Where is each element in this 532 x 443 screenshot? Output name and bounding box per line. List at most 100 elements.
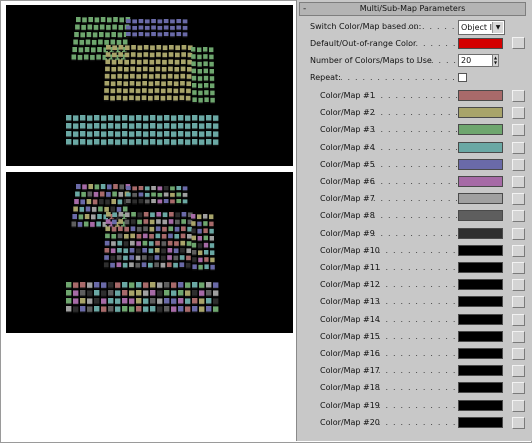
color-map-button[interactable] xyxy=(512,417,525,429)
color-map-swatch[interactable] xyxy=(458,314,503,325)
rollout-header[interactable]: - Multi/Sub-Map Parameters xyxy=(299,2,526,16)
render-preview-top xyxy=(6,5,293,166)
color-map-button[interactable] xyxy=(512,107,525,119)
color-map-button[interactable] xyxy=(512,193,525,205)
color-map-label: Color/Map #3 xyxy=(320,125,375,134)
color-map-dots: . . . . . . . . . . . . . . . . . . . xyxy=(378,280,457,289)
color-map-dots: . . . . . . . . . . . . . . . . . . . xyxy=(378,246,457,255)
color-map-label: Color/Map #12 xyxy=(320,280,380,289)
color-map-swatch[interactable] xyxy=(458,262,503,273)
color-map-dots: . . . . . . . . . . . . . . . . . . . xyxy=(373,194,457,203)
color-map-button[interactable] xyxy=(512,382,525,394)
repeat-checkbox[interactable] xyxy=(458,73,467,82)
switch-label: Switch Color/Map based on: xyxy=(310,22,422,31)
color-map-label: Color/Map #13 xyxy=(320,297,380,306)
color-map-swatch[interactable] xyxy=(458,228,503,239)
color-map-swatch[interactable] xyxy=(458,107,503,118)
color-map-dots: . . . . . . . . . . . . . . . . . . . xyxy=(378,418,457,427)
color-map-swatch[interactable] xyxy=(458,382,503,393)
color-map-label: Color/Map #19 xyxy=(320,401,380,410)
color-map-dots: . . . . . . . . . . . . . . . . . . . xyxy=(373,143,457,152)
color-map-button[interactable] xyxy=(512,124,525,136)
color-map-swatch[interactable] xyxy=(458,348,503,359)
color-map-button[interactable] xyxy=(512,296,525,308)
color-map-swatch[interactable] xyxy=(458,142,503,153)
color-map-swatch[interactable] xyxy=(458,210,503,221)
color-map-button[interactable] xyxy=(512,262,525,274)
color-map-dots: . . . . . . . . . . . . . . . . . . . xyxy=(373,229,457,238)
color-map-dots: . . . . . . . . . . . . . . . . . . . xyxy=(378,297,457,306)
repeat-label: Repeat: xyxy=(310,73,341,82)
color-map-label: Color/Map #17 xyxy=(320,366,380,375)
color-map-label: Color/Map #4 xyxy=(320,143,375,152)
color-map-dots: . . . . . . . . . . . . . . . . . . . xyxy=(373,108,457,117)
color-map-label: Color/Map #14 xyxy=(320,315,380,324)
color-map-label: Color/Map #8 xyxy=(320,211,375,220)
switch-dots: . . . . . . . . . . . xyxy=(407,22,457,31)
color-map-swatch[interactable] xyxy=(458,193,503,204)
color-map-swatch[interactable] xyxy=(458,296,503,307)
rollout-title: Multi/Sub-Map Parameters xyxy=(359,4,466,13)
color-map-dots: . . . . . . . . . . . . . . . . . . . xyxy=(378,349,457,358)
color-map-dots: . . . . . . . . . . . . . . . . . . . xyxy=(378,383,457,392)
color-map-label: Color/Map #9 xyxy=(320,229,375,238)
color-map-label: Color/Map #10 xyxy=(320,246,380,255)
color-map-dots: . . . . . . . . . . . . . . . . . . . xyxy=(378,366,457,375)
color-map-button[interactable] xyxy=(512,279,525,291)
color-map-button[interactable] xyxy=(512,331,525,343)
color-map-label: Color/Map #18 xyxy=(320,383,380,392)
color-map-label: Color/Map #20 xyxy=(320,418,380,427)
default-map-button[interactable] xyxy=(512,37,525,49)
color-map-button[interactable] xyxy=(512,210,525,222)
color-map-button[interactable] xyxy=(512,245,525,257)
color-map-button[interactable] xyxy=(512,90,525,102)
color-map-dots: . . . . . . . . . . . . . . . . . . . xyxy=(373,91,457,100)
color-map-button[interactable] xyxy=(512,228,525,240)
color-map-label: Color/Map #5 xyxy=(320,160,375,169)
color-map-dots: . . . . . . . . . . . . . . . . . . . xyxy=(378,332,457,341)
color-map-swatch[interactable] xyxy=(458,159,503,170)
color-map-button[interactable] xyxy=(512,365,525,377)
color-map-swatch[interactable] xyxy=(458,365,503,376)
color-map-dots: . . . . . . . . . . . . . . . . . . . xyxy=(373,177,457,186)
color-map-swatch[interactable] xyxy=(458,245,503,256)
color-map-label: Color/Map #16 xyxy=(320,349,380,358)
color-map-button[interactable] xyxy=(512,159,525,171)
color-map-label: Color/Map #1 xyxy=(320,91,375,100)
num-colors-input[interactable]: 20 xyxy=(458,54,493,67)
num-colors-spinner[interactable]: ▲ ▼ xyxy=(492,54,499,67)
color-map-button[interactable] xyxy=(512,176,525,188)
default-color-dots: . . . . . . . . . . . xyxy=(408,39,457,48)
color-map-swatch[interactable] xyxy=(458,124,503,135)
color-map-swatch[interactable] xyxy=(458,417,503,428)
color-map-swatch[interactable] xyxy=(458,331,503,342)
num-colors-label: Number of Colors/Maps to Use xyxy=(310,56,432,65)
color-map-swatch[interactable] xyxy=(458,400,503,411)
color-map-dots: . . . . . . . . . . . . . . . . . . . xyxy=(378,315,457,324)
color-map-button[interactable] xyxy=(512,400,525,412)
color-map-button[interactable] xyxy=(512,348,525,360)
color-map-swatch[interactable] xyxy=(458,176,503,187)
num-colors-dots: . . . . . . . . . xyxy=(416,56,457,65)
color-map-dots: . . . . . . . . . . . . . . . . . . . xyxy=(373,125,457,134)
color-map-dots: . . . . . . . . . . . . . . . . . . . xyxy=(373,160,457,169)
color-map-dots: . . . . . . . . . . . . . . . . . . . xyxy=(373,211,457,220)
color-map-label: Color/Map #11 xyxy=(320,263,380,272)
color-map-swatch[interactable] xyxy=(458,279,503,290)
color-map-button[interactable] xyxy=(512,314,525,326)
color-map-button[interactable] xyxy=(512,142,525,154)
color-map-label: Color/Map #2 xyxy=(320,108,375,117)
render-seats-by-map-color xyxy=(66,17,219,147)
switch-mode-select[interactable]: Object ID ▼ xyxy=(458,20,505,35)
color-map-dots: . . . . . . . . . . . . . . . . . . . xyxy=(378,263,457,272)
color-map-swatch[interactable] xyxy=(458,90,503,101)
repeat-dots: . . . . . . . . . . . . . . . . . . . . … xyxy=(340,73,457,82)
render-seats-random-color xyxy=(66,184,219,314)
color-map-label: Color/Map #6 xyxy=(320,177,375,186)
color-map-label: Color/Map #15 xyxy=(320,332,380,341)
default-color-label: Default/Out-of-range Color xyxy=(310,39,417,48)
render-preview-bottom xyxy=(6,172,293,333)
color-map-dots: . . . . . . . . . . . . . . . . . . . xyxy=(378,401,457,410)
default-color-swatch[interactable] xyxy=(458,38,503,49)
dropdown-arrow-icon[interactable]: ▼ xyxy=(492,22,503,33)
